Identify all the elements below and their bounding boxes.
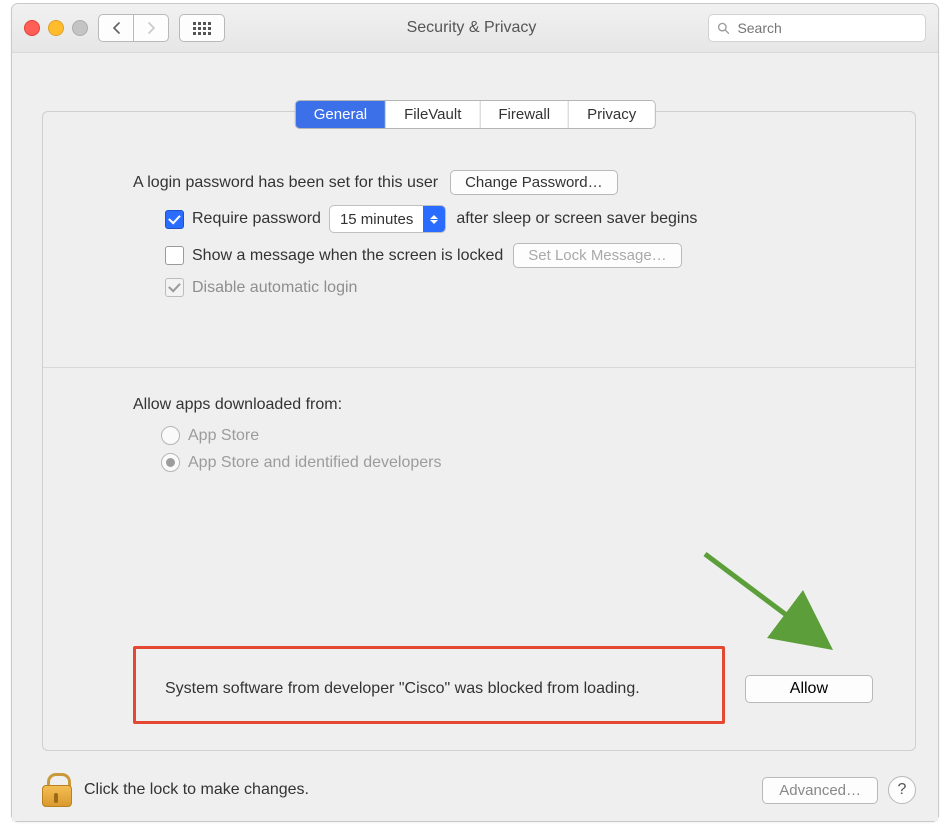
titlebar: Security & Privacy: [12, 4, 938, 53]
window-body: General FileVault Firewall Privacy A log…: [12, 53, 938, 821]
nav-buttons: [98, 14, 169, 42]
login-password-label: A login password has been set for this u…: [133, 174, 438, 192]
blocked-software-row: System software from developer "Cisco" w…: [153, 662, 873, 716]
window-title: Security & Privacy: [235, 19, 708, 37]
divider: [43, 367, 915, 368]
require-password-label: Require password: [192, 210, 321, 228]
preferences-window: Security & Privacy General FileVault Fir…: [11, 3, 939, 822]
require-password-checkbox[interactable]: [165, 210, 184, 229]
search-icon: [717, 21, 729, 35]
lock-button[interactable]: [42, 773, 70, 807]
help-button[interactable]: ?: [888, 776, 916, 804]
tab-general[interactable]: General: [296, 101, 386, 128]
require-password-suffix: after sleep or screen saver begins: [456, 210, 697, 228]
chevron-right-icon: [147, 22, 156, 34]
chevron-left-icon: [112, 22, 121, 34]
show-lock-message-checkbox[interactable]: [165, 246, 184, 265]
search-field[interactable]: [708, 14, 926, 42]
radio-identified-label: App Store and identified developers: [188, 454, 442, 472]
forward-button[interactable]: [133, 14, 169, 42]
show-all-button[interactable]: [179, 14, 225, 42]
help-icon: ?: [898, 781, 907, 799]
radio-app-store-label: App Store: [188, 427, 259, 445]
tab-bar: General FileVault Firewall Privacy: [295, 100, 656, 129]
require-password-delay-value: 15 minutes: [330, 211, 423, 228]
allow-apps-label: Allow apps downloaded from:: [133, 396, 825, 414]
show-lock-message-label: Show a message when the screen is locked: [192, 247, 503, 265]
lock-hint-text: Click the lock to make changes.: [84, 781, 762, 799]
traffic-lights: [24, 20, 88, 36]
set-lock-message-button[interactable]: Set Lock Message…: [513, 243, 681, 268]
search-input[interactable]: [735, 19, 917, 37]
disable-auto-login-label: Disable automatic login: [192, 279, 357, 297]
tab-privacy[interactable]: Privacy: [569, 101, 654, 128]
minimize-window-button[interactable]: [48, 20, 64, 36]
allow-button[interactable]: Allow: [745, 675, 873, 703]
grid-icon: [192, 21, 212, 35]
advanced-button[interactable]: Advanced…: [762, 777, 878, 804]
blocked-software-message: System software from developer "Cisco" w…: [153, 662, 652, 716]
disable-auto-login-checkbox[interactable]: [165, 278, 184, 297]
annotation-arrow-icon: [695, 544, 855, 664]
stepper-icon: [423, 206, 445, 232]
change-password-button[interactable]: Change Password…: [450, 170, 618, 195]
general-panel: A login password has been set for this u…: [42, 111, 916, 751]
tab-filevault[interactable]: FileVault: [386, 101, 480, 128]
radio-identified-developers[interactable]: [161, 453, 180, 472]
close-window-button[interactable]: [24, 20, 40, 36]
require-password-delay-select[interactable]: 15 minutes: [329, 205, 446, 233]
radio-app-store[interactable]: [161, 426, 180, 445]
back-button[interactable]: [98, 14, 134, 42]
tab-firewall[interactable]: Firewall: [480, 101, 569, 128]
zoom-window-button[interactable]: [72, 20, 88, 36]
footer: Click the lock to make changes. Advanced…: [42, 773, 916, 807]
